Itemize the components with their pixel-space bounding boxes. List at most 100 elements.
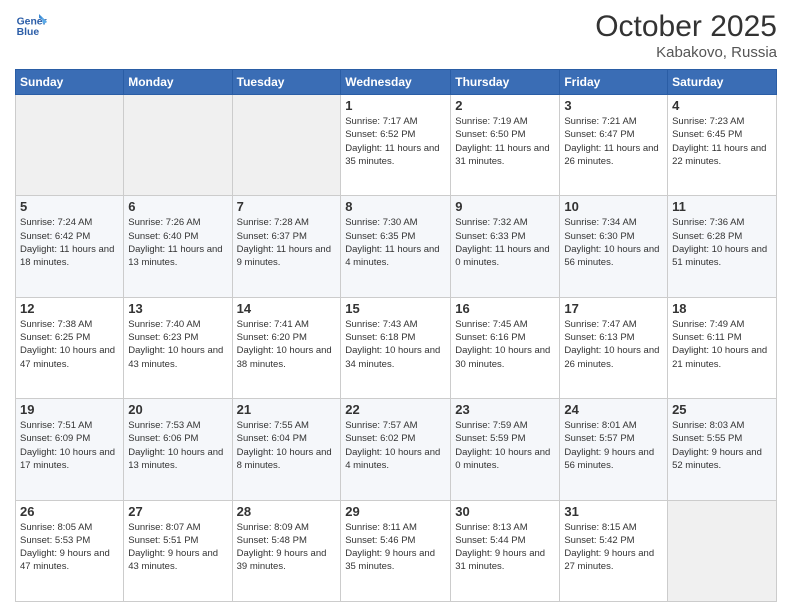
calendar-cell: 2 Sunrise: 7:19 AMSunset: 6:50 PMDaylight… <box>451 95 560 196</box>
day-number: 8 <box>345 199 446 214</box>
day-info: Sunrise: 7:34 AMSunset: 6:30 PMDaylight:… <box>564 216 663 269</box>
day-info: Sunrise: 7:30 AMSunset: 6:35 PMDaylight:… <box>345 216 446 269</box>
day-number: 13 <box>128 301 227 316</box>
day-number: 5 <box>20 199 119 214</box>
calendar-cell: 31 Sunrise: 8:15 AMSunset: 5:42 PMDayligh… <box>560 500 668 601</box>
day-info: Sunrise: 7:45 AMSunset: 6:16 PMDaylight:… <box>455 318 555 371</box>
calendar-cell: 22Sunrise: 7:57 AMSunset: 6:02 PMDayligh… <box>341 399 451 500</box>
day-info: Sunrise: 7:36 AMSunset: 6:28 PMDaylight:… <box>672 216 772 269</box>
day-number: 17 <box>564 301 663 316</box>
logo: General Blue <box>15 10 47 42</box>
day-number: 27 <box>128 504 227 519</box>
logo-icon: General Blue <box>15 10 47 42</box>
calendar-cell: 17 Sunrise: 7:47 AMSunset: 6:13 PMDayligh… <box>560 297 668 398</box>
calendar-cell: 11Sunrise: 7:36 AMSunset: 6:28 PMDayligh… <box>668 196 777 297</box>
calendar-cell: 12Sunrise: 7:38 AMSunset: 6:25 PMDayligh… <box>16 297 124 398</box>
day-number: 25 <box>672 402 772 417</box>
day-info: Sunrise: 8:07 AMSunset: 5:51 PMDaylight:… <box>128 521 227 574</box>
calendar-cell: 9 Sunrise: 7:32 AMSunset: 6:33 PMDaylight… <box>451 196 560 297</box>
day-info: Sunrise: 7:38 AMSunset: 6:25 PMDaylight:… <box>20 318 119 371</box>
calendar-cell: 24 Sunrise: 8:01 AMSunset: 5:57 PMDayligh… <box>560 399 668 500</box>
day-info: Sunrise: 7:47 AMSunset: 6:13 PMDaylight:… <box>564 318 663 371</box>
calendar-cell: 13 Sunrise: 7:40 AMSunset: 6:23 PMDayligh… <box>124 297 232 398</box>
day-info: Sunrise: 7:49 AMSunset: 6:11 PMDaylight:… <box>672 318 772 371</box>
day-number: 30 <box>455 504 555 519</box>
day-info: Sunrise: 7:53 AMSunset: 6:06 PMDaylight:… <box>128 419 227 472</box>
calendar-cell: 26Sunrise: 8:05 AMSunset: 5:53 PMDayligh… <box>16 500 124 601</box>
day-info: Sunrise: 7:43 AMSunset: 6:18 PMDaylight:… <box>345 318 446 371</box>
day-info: Sunrise: 8:01 AMSunset: 5:57 PMDaylight:… <box>564 419 663 472</box>
day-number: 4 <box>672 98 772 113</box>
day-number: 6 <box>128 199 227 214</box>
day-info: Sunrise: 7:24 AMSunset: 6:42 PMDaylight:… <box>20 216 119 269</box>
col-friday: Friday <box>560 70 668 95</box>
day-number: 29 <box>345 504 446 519</box>
page: General Blue October 2025 Kabakovo, Russ… <box>0 0 792 612</box>
title-section: October 2025 Kabakovo, Russia <box>595 10 777 61</box>
col-monday: Monday <box>124 70 232 95</box>
day-info: Sunrise: 7:17 AMSunset: 6:52 PMDaylight:… <box>345 115 446 168</box>
col-wednesday: Wednesday <box>341 70 451 95</box>
day-info: Sunrise: 8:03 AMSunset: 5:55 PMDaylight:… <box>672 419 772 472</box>
day-number: 15 <box>345 301 446 316</box>
calendar-cell: 25 Sunrise: 8:03 AMSunset: 5:55 PMDayligh… <box>668 399 777 500</box>
calendar-header-row: Sunday Monday Tuesday Wednesday Thursday… <box>16 70 777 95</box>
day-number: 20 <box>128 402 227 417</box>
calendar-cell: 6 Sunrise: 7:26 AMSunset: 6:40 PMDaylight… <box>124 196 232 297</box>
day-info: Sunrise: 7:32 AMSunset: 6:33 PMDaylight:… <box>455 216 555 269</box>
calendar-cell: 19 Sunrise: 7:51 AMSunset: 6:09 PMDayligh… <box>16 399 124 500</box>
location-subtitle: Kabakovo, Russia <box>595 44 777 61</box>
day-info: Sunrise: 7:59 AMSunset: 5:59 PMDaylight:… <box>455 419 555 472</box>
calendar-cell: 4 Sunrise: 7:23 AMSunset: 6:45 PMDaylight… <box>668 95 777 196</box>
day-number: 19 <box>20 402 119 417</box>
calendar-cell <box>668 500 777 601</box>
calendar-cell: 23 Sunrise: 7:59 AMSunset: 5:59 PMDayligh… <box>451 399 560 500</box>
day-number: 31 <box>564 504 663 519</box>
calendar-cell: 3 Sunrise: 7:21 AMSunset: 6:47 PMDaylight… <box>560 95 668 196</box>
day-number: 1 <box>345 98 446 113</box>
calendar-cell <box>16 95 124 196</box>
day-info: Sunrise: 7:21 AMSunset: 6:47 PMDaylight:… <box>564 115 663 168</box>
calendar-week-1: 1 Sunrise: 7:17 AMSunset: 6:52 PMDaylight… <box>16 95 777 196</box>
day-number: 28 <box>237 504 337 519</box>
col-thursday: Thursday <box>451 70 560 95</box>
calendar-cell: 21Sunrise: 7:55 AMSunset: 6:04 PMDayligh… <box>232 399 341 500</box>
calendar-cell: 10Sunrise: 7:34 AMSunset: 6:30 PMDayligh… <box>560 196 668 297</box>
day-info: Sunrise: 7:23 AMSunset: 6:45 PMDaylight:… <box>672 115 772 168</box>
calendar-cell: 1 Sunrise: 7:17 AMSunset: 6:52 PMDaylight… <box>341 95 451 196</box>
day-info: Sunrise: 8:15 AMSunset: 5:42 PMDaylight:… <box>564 521 663 574</box>
calendar-cell: 18Sunrise: 7:49 AMSunset: 6:11 PMDayligh… <box>668 297 777 398</box>
day-info: Sunrise: 7:55 AMSunset: 6:04 PMDaylight:… <box>237 419 337 472</box>
calendar-cell: 28 Sunrise: 8:09 AMSunset: 5:48 PMDayligh… <box>232 500 341 601</box>
day-info: Sunrise: 7:51 AMSunset: 6:09 PMDaylight:… <box>20 419 119 472</box>
col-saturday: Saturday <box>668 70 777 95</box>
calendar-cell: 15 Sunrise: 7:43 AMSunset: 6:18 PMDayligh… <box>341 297 451 398</box>
svg-text:Blue: Blue <box>17 27 40 38</box>
day-number: 24 <box>564 402 663 417</box>
day-number: 7 <box>237 199 337 214</box>
calendar-cell <box>232 95 341 196</box>
calendar-cell <box>124 95 232 196</box>
calendar-week-5: 26Sunrise: 8:05 AMSunset: 5:53 PMDayligh… <box>16 500 777 601</box>
calendar-cell: 30Sunrise: 8:13 AMSunset: 5:44 PMDayligh… <box>451 500 560 601</box>
calendar-cell: 27 Sunrise: 8:07 AMSunset: 5:51 PMDayligh… <box>124 500 232 601</box>
calendar-cell: 5 Sunrise: 7:24 AMSunset: 6:42 PMDaylight… <box>16 196 124 297</box>
day-info: Sunrise: 7:19 AMSunset: 6:50 PMDaylight:… <box>455 115 555 168</box>
col-tuesday: Tuesday <box>232 70 341 95</box>
header: General Blue October 2025 Kabakovo, Russ… <box>15 10 777 61</box>
day-number: 22 <box>345 402 446 417</box>
day-info: Sunrise: 7:40 AMSunset: 6:23 PMDaylight:… <box>128 318 227 371</box>
day-number: 26 <box>20 504 119 519</box>
day-number: 3 <box>564 98 663 113</box>
day-number: 16 <box>455 301 555 316</box>
day-info: Sunrise: 8:11 AMSunset: 5:46 PMDaylight:… <box>345 521 446 574</box>
day-info: Sunrise: 7:28 AMSunset: 6:37 PMDaylight:… <box>237 216 337 269</box>
day-info: Sunrise: 7:41 AMSunset: 6:20 PMDaylight:… <box>237 318 337 371</box>
day-info: Sunrise: 7:26 AMSunset: 6:40 PMDaylight:… <box>128 216 227 269</box>
calendar-table: Sunday Monday Tuesday Wednesday Thursday… <box>15 69 777 602</box>
day-info: Sunrise: 8:09 AMSunset: 5:48 PMDaylight:… <box>237 521 337 574</box>
day-number: 23 <box>455 402 555 417</box>
day-number: 9 <box>455 199 555 214</box>
day-number: 2 <box>455 98 555 113</box>
calendar-cell: 29 Sunrise: 8:11 AMSunset: 5:46 PMDayligh… <box>341 500 451 601</box>
